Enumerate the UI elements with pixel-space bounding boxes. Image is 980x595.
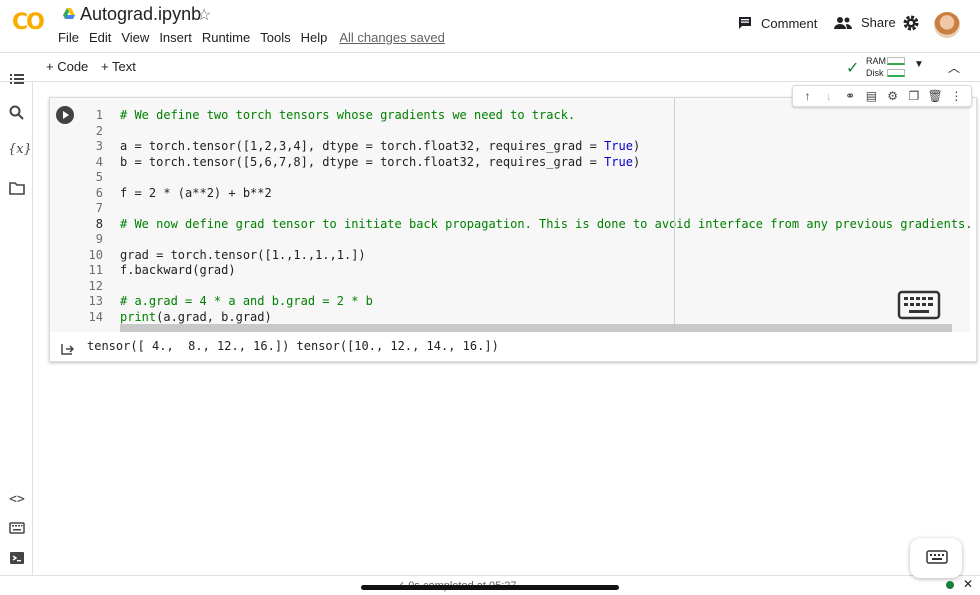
menu-help[interactable]: Help <box>301 30 328 45</box>
delete-icon[interactable]: 🗑 <box>927 89 943 103</box>
people-icon <box>834 16 852 29</box>
add-code-button[interactable]: + Code <box>46 59 88 74</box>
code-editor[interactable]: 1 # We define two torch tensors whose gra… <box>81 98 973 332</box>
folder-icon[interactable] <box>8 179 26 197</box>
keyboard-small-icon <box>926 550 948 564</box>
menu-edit[interactable]: Edit <box>89 30 111 45</box>
share-label: Share <box>861 15 896 30</box>
horizontal-scrollbar[interactable] <box>120 324 952 332</box>
menu-tools[interactable]: Tools <box>260 30 290 45</box>
menubar: File Edit View Insert Runtime Tools Help… <box>58 30 455 45</box>
disk-label: Disk <box>866 68 884 78</box>
code-snippets-icon[interactable]: <> <box>8 492 26 510</box>
run-cell-button[interactable] <box>56 106 74 124</box>
disk-meter <box>887 69 905 77</box>
saved-status[interactable]: All changes saved <box>339 30 445 45</box>
status-dot <box>946 581 954 589</box>
cell-output: tensor([ 4., 8., 12., 16.]) tensor([10.,… <box>87 339 499 353</box>
more-vert-icon[interactable]: ⋮ <box>948 89 964 103</box>
resource-monitor[interactable]: RAM Disk <box>866 55 886 79</box>
side-rail: {x} <> <box>0 74 33 575</box>
chevron-up-icon[interactable]: ︿ <box>948 59 960 76</box>
gear-icon[interactable] <box>902 14 920 32</box>
connected-check-icon[interactable]: ✓ <box>846 58 859 78</box>
move-down-icon[interactable]: ↓ <box>821 89 837 103</box>
cell-gutter <box>50 98 81 332</box>
keyboard-toggle-button[interactable] <box>910 538 962 578</box>
comment-label: Comment <box>761 15 818 31</box>
home-indicator <box>361 585 619 590</box>
drive-icon[interactable] <box>62 7 76 21</box>
share-button[interactable]: Share <box>833 15 896 30</box>
menu-file[interactable]: File <box>58 30 79 45</box>
cell-settings-icon[interactable]: ⚙ <box>885 89 901 103</box>
notebook-title[interactable]: Autograd.ipynb <box>80 4 201 25</box>
link-icon[interactable]: ⚭ <box>842 89 858 103</box>
output-clear-icon[interactable] <box>60 342 74 356</box>
menu-runtime[interactable]: Runtime <box>202 30 250 45</box>
comment-button[interactable]: Comment <box>737 15 817 31</box>
move-up-icon[interactable]: ↑ <box>800 89 816 103</box>
caret-down-icon[interactable]: ▼ <box>914 59 924 70</box>
terminal-icon[interactable] <box>8 549 26 567</box>
add-text-button[interactable]: + Text <box>101 59 136 74</box>
header: CO Autograd.ipynb ☆ File Edit View Inser… <box>0 0 980 52</box>
notebook-toolbar: + Code + Text ✓ RAM Disk ▼ ︿ <box>0 52 980 82</box>
menu-insert[interactable]: Insert <box>159 30 192 45</box>
command-palette-icon[interactable] <box>8 519 26 537</box>
table-of-contents-icon[interactable] <box>8 70 26 88</box>
avatar[interactable] <box>934 12 960 38</box>
colab-logo[interactable]: CO <box>12 10 48 36</box>
keyboard-icon[interactable] <box>897 290 941 320</box>
star-icon[interactable]: ☆ <box>197 5 211 25</box>
search-icon[interactable] <box>8 104 26 122</box>
comment-cell-icon[interactable]: ▤ <box>863 89 879 103</box>
ram-meter <box>887 57 905 65</box>
close-icon[interactable]: ✕ <box>963 577 973 591</box>
menu-view[interactable]: View <box>121 30 149 45</box>
variables-icon[interactable]: {x} <box>8 142 32 160</box>
mirror-cell-icon[interactable]: ❐ <box>906 89 922 103</box>
editor-ruler <box>674 98 675 332</box>
comment-icon <box>739 17 751 29</box>
ram-label: RAM <box>866 56 886 66</box>
cell-toolbar: ↑ ↓ ⚭ ▤ ⚙ ❐ 🗑 ⋮ <box>792 85 972 107</box>
